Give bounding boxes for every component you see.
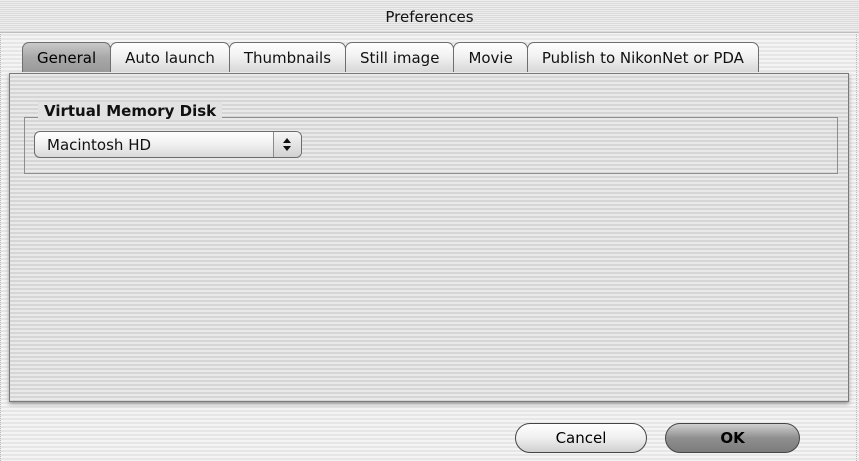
disk-select-value: Macintosh HD [47, 136, 152, 154]
window-title: Preferences [385, 8, 474, 26]
tab-auto-launch[interactable]: Auto launch [110, 42, 230, 72]
window-left-edge [0, 32, 3, 461]
ok-button[interactable]: OK [665, 423, 800, 453]
preferences-window: Preferences General Auto launch Thumbnai… [0, 0, 859, 461]
updown-arrows-icon [273, 132, 301, 157]
tab-thumbnails[interactable]: Thumbnails [228, 42, 347, 72]
tab-still-image[interactable]: Still image [345, 42, 455, 72]
tab-bar: General Auto launch Thumbnails Still ima… [22, 42, 759, 75]
tab-movie[interactable]: Movie [453, 42, 528, 72]
title-bar[interactable]: Preferences [0, 0, 859, 33]
virtual-memory-disk-select[interactable]: Macintosh HD [34, 131, 302, 158]
tab-general[interactable]: General [22, 42, 112, 72]
tab-publish[interactable]: Publish to NikonNet or PDA [526, 42, 759, 72]
cancel-button[interactable]: Cancel [515, 423, 647, 453]
group-title: Virtual Memory Disk [38, 102, 223, 120]
